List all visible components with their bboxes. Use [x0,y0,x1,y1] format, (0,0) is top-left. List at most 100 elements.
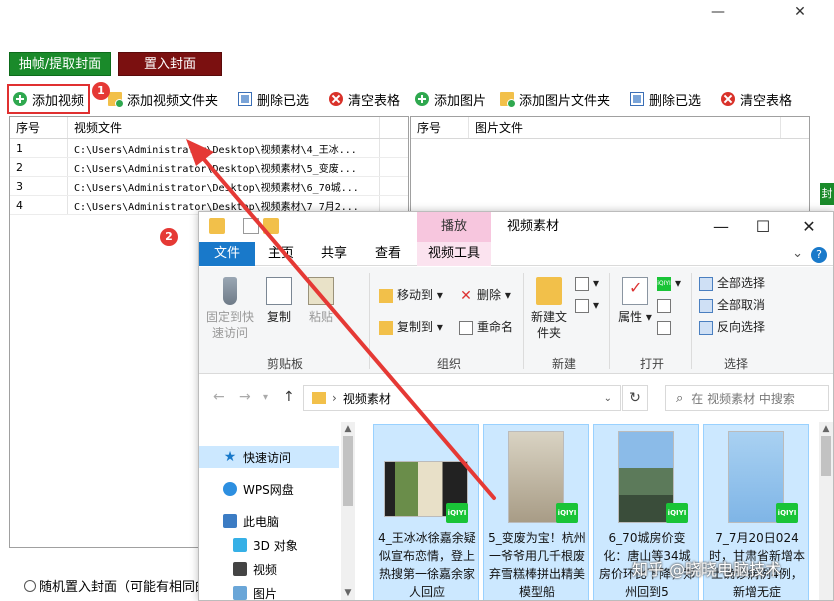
nav-videos[interactable]: 视频 [233,558,277,580]
easy-access-button[interactable]: ▾ [575,297,599,313]
chevron-down-icon[interactable]: ⌄ [792,246,803,261]
delete-button[interactable]: ✕ 删除 ▾ [459,287,511,303]
tab-share[interactable]: 共享 [309,242,359,266]
delete-label: 删除 [477,288,502,302]
explorer-close-button[interactable]: ✕ [795,216,823,238]
invert-selection-label: 反向选择 [717,320,766,334]
new-item-button[interactable]: ▾ [575,275,599,291]
tab-video-tools[interactable]: 视频工具 [417,242,491,266]
add-image-folder-button[interactable]: 添加图片文件夹 [500,86,610,112]
recent-chevron-icon[interactable]: ▾ [263,392,268,403]
file-tile[interactable]: iQIYI 4_王冰冰徐嘉余疑似宣布恋情，登上热搜第一徐嘉余家人回应 [373,424,479,600]
help-icon[interactable]: ? [811,247,827,263]
tab-file[interactable]: 文件 [199,242,255,266]
refresh-icon[interactable]: ↻ [622,385,648,411]
edit-button[interactable] [657,297,675,313]
open-button[interactable]: iQIYI ▾ [657,275,681,291]
add-image-folder-label: 添加图片文件夹 [519,93,611,109]
add-video-folder-button[interactable]: 添加视频文件夹 [108,86,218,112]
address-bar[interactable]: › 视频素材 ⌄ [303,385,621,411]
nav-wps-cloud[interactable]: WPS网盘 [223,478,294,500]
explorer-title: 视频素材 [507,219,560,234]
nav-label: 图片 [253,586,278,601]
nav-3d-objects[interactable]: 3D 对象 [233,534,298,556]
properties-button[interactable]: 属性 ▾ [617,277,653,325]
insert-cover-mode-button[interactable]: 置入封面 [118,52,222,76]
copy-to-button[interactable]: 复制到 ▾ [379,319,443,335]
add-video-button[interactable]: 添加视频 [6,84,91,114]
delete-selected-images-button[interactable]: 删除已选 [630,86,701,112]
close-button[interactable]: ✕ [788,2,812,22]
random-insert-option[interactable]: 随机置入封面（可能有相同的 [24,576,208,595]
nav-this-pc[interactable]: 此电脑 [223,510,279,532]
nav-label: 快速访问 [243,450,292,465]
new-folder-quick-icon[interactable] [263,218,279,234]
file-list-scrollbar[interactable]: ▲ [819,422,833,600]
select-all-button[interactable]: 全部选择 [699,275,765,291]
minimize-button[interactable]: — [706,2,730,22]
nav-quick-access[interactable]: ★ 快速访问 [199,446,339,468]
forward-arrow-icon[interactable]: → [239,389,251,405]
nav-label: WPS网盘 [243,482,294,497]
invert-selection-button[interactable]: 反向选择 [699,319,765,335]
table-row[interactable]: 1 C:\Users\Administrator\Desktop\视频素材\4_… [10,139,408,158]
iqiyi-icon: iQIYI [556,503,578,523]
select-all-label: 全部选择 [717,276,766,290]
row-index: 1 [10,139,68,157]
nav-pictures[interactable]: 图片 [233,582,278,601]
back-arrow-icon[interactable]: ← [213,389,225,405]
paste-label: 粘贴 [308,310,333,324]
explorer-maximize-button[interactable]: ☐ [749,216,777,238]
breadcrumb-separator-icon: › [332,391,337,405]
tab-view[interactable]: 查看 [363,242,413,266]
pin-icon [223,277,237,305]
pin-to-quick-access-button[interactable]: 固定到快速访问 [205,277,255,341]
file-tile[interactable]: iQIYI 5_变废为宝！杭州一爷爷用几千根废弃雪糕棒拼出精美模型船 [483,424,589,600]
navigation-pane[interactable]: ★ 快速访问 WPS网盘 此电脑 3D 对象 视频 图片 [199,420,355,601]
scroll-down-icon[interactable]: ▼ [341,588,355,598]
history-button[interactable] [657,319,675,335]
nav-scrollbar[interactable]: ▲ ▼ [341,422,355,600]
delete-icon: ✕ [460,287,472,304]
select-none-icon [699,298,713,313]
clear-image-table-button[interactable]: 清空表格 [721,86,792,112]
iqiyi-icon: iQIYI [657,276,671,291]
scroll-up-icon[interactable]: ▲ [341,424,355,434]
copy-to-label: 复制到 [397,320,434,334]
delete-selected-label: 删除已选 [649,93,702,109]
tab-home[interactable]: 主页 [257,242,305,266]
side-tab[interactable]: 封 [820,183,834,205]
edit-icon [657,298,671,313]
play-context-tab[interactable]: 播放 [417,212,491,242]
breadcrumb-current[interactable]: 视频素材 [343,390,391,407]
table-header: 序号 视频文件 [10,117,408,139]
extract-cover-mode-button[interactable]: 抽帧/提取封面 [9,52,111,76]
copy-to-icon [379,320,393,335]
explorer-minimize-button[interactable]: — [707,216,735,238]
new-folder-button[interactable]: 新建文件夹 [529,277,569,341]
new-folder-label: 新建文件夹 [530,310,567,340]
delete-selected-videos-button[interactable]: 删除已选 [238,86,309,112]
address-dropdown-icon[interactable]: ⌄ [604,393,612,404]
clear-video-table-button[interactable]: 清空表格 [329,86,400,112]
table-row[interactable]: 3 C:\Users\Administrator\Desktop\视频素材\6_… [10,177,408,196]
add-image-button[interactable]: 添加图片 [415,86,486,112]
table-row[interactable]: 2 C:\Users\Administrator\Desktop\视频素材\5_… [10,158,408,177]
scroll-thumb[interactable] [343,436,353,506]
search-icon: ⌕ [676,390,684,406]
paste-button[interactable]: 粘贴 [303,277,339,325]
nav-label: 此电脑 [243,514,280,529]
radio-button[interactable] [24,579,36,592]
rename-button[interactable]: 重命名 [459,319,513,335]
file-explorer-window[interactable]: 播放 视频素材 — ☐ ✕ 文件 主页 共享 查看 视频工具 ⌄ ? 固定到快速… [198,211,834,601]
move-to-button[interactable]: 移动到 ▾ [379,287,443,303]
copy-button[interactable]: 复制 [261,277,297,325]
select-none-button[interactable]: 全部取消 [699,297,765,313]
properties-quick-icon[interactable] [243,218,259,234]
up-arrow-icon[interactable]: ↑ [283,389,295,405]
search-input[interactable]: ⌕ 在 视频素材 中搜索 [665,385,829,411]
scroll-thumb[interactable] [821,436,831,476]
clear-icon [329,92,343,106]
scroll-up-icon[interactable]: ▲ [819,424,833,434]
properties-label: 属性 [618,310,643,324]
